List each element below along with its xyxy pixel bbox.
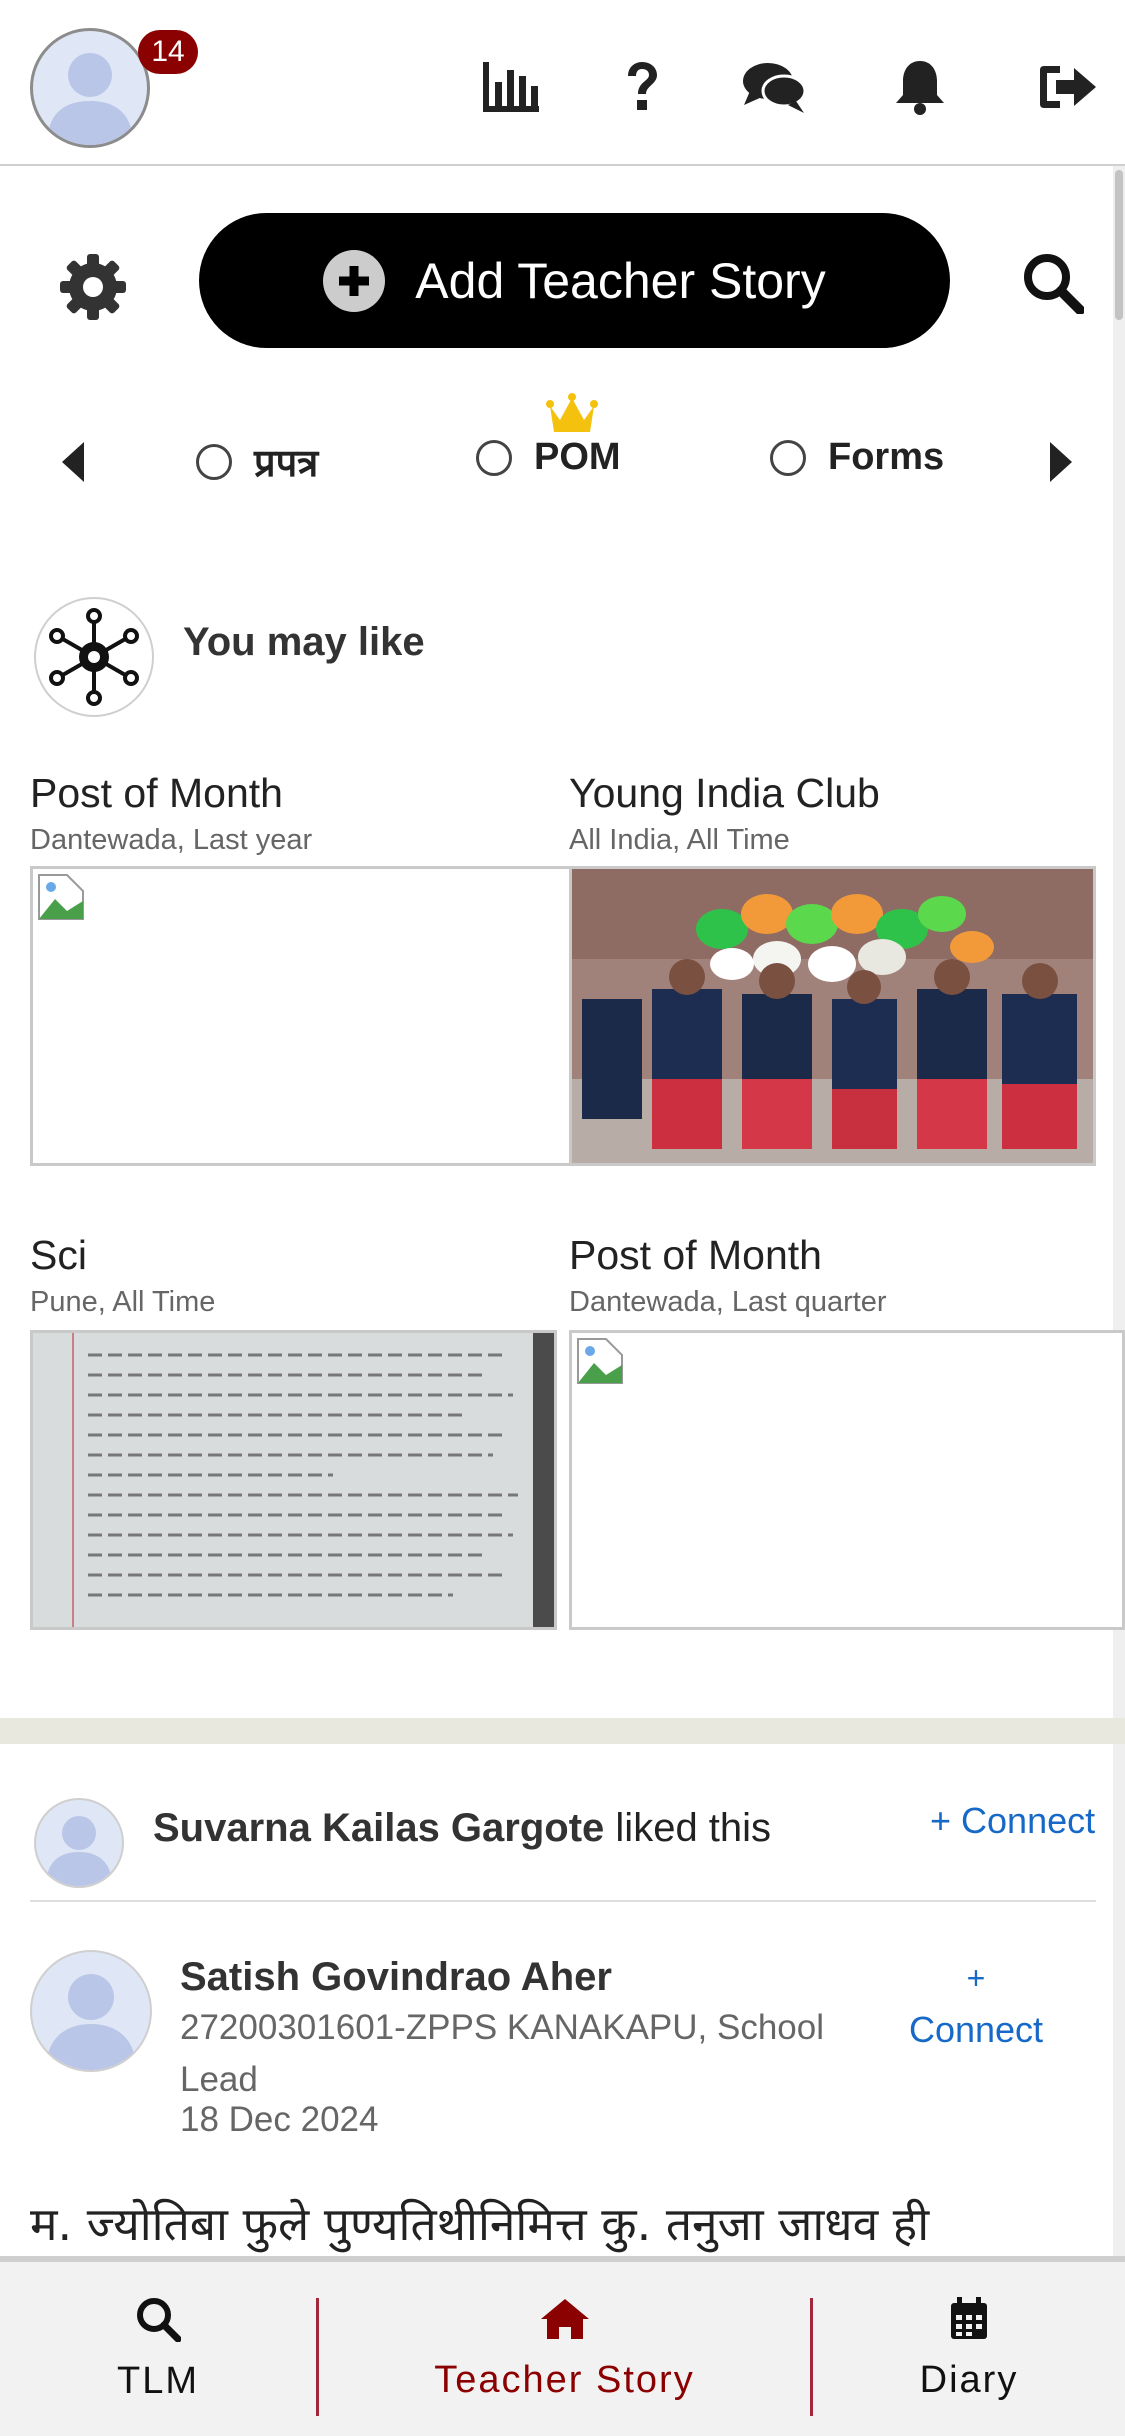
story-excerpt[interactable]: म. ज्योतिबा फुले पुण्यतिथीनिमित्त कु. तन… — [30, 2192, 929, 2254]
filter-prev-arrow-icon[interactable] — [56, 440, 96, 484]
card-subtitle: Dantewada, Last year — [30, 824, 313, 856]
nav-diary[interactable]: Diary — [813, 2262, 1125, 2436]
question-icon[interactable] — [610, 55, 674, 119]
filter-option-forms[interactable]: Forms — [770, 436, 944, 479]
card-title[interactable]: Sci — [30, 1232, 87, 1279]
logout-icon[interactable] — [1036, 55, 1100, 119]
liker-avatar[interactable] — [34, 1798, 124, 1888]
card-subtitle: Dantewada, Last quarter — [569, 1286, 887, 1318]
card-image-photo[interactable] — [569, 866, 1096, 1166]
search-icon[interactable] — [1022, 252, 1085, 315]
bell-icon[interactable] — [888, 55, 952, 119]
calendar-icon — [951, 2296, 987, 2339]
filter-option-label: प्रपत्र — [254, 443, 319, 485]
nav-teacher-story-label: Teacher Story — [434, 2358, 695, 2401]
filter-option-label: POM — [534, 436, 621, 478]
connect-plus: + — [966, 1960, 986, 1996]
card-title[interactable]: Post of Month — [30, 770, 283, 817]
broken-image-icon — [577, 1338, 623, 1384]
card-subtitle: All India, All Time — [569, 824, 790, 856]
card-image-photo[interactable] — [30, 1330, 557, 1630]
top-bar: 14 — [0, 0, 1125, 166]
profile-avatar[interactable] — [30, 28, 150, 148]
broken-image-icon — [38, 874, 84, 920]
search-icon — [137, 2297, 181, 2342]
radio-button[interactable] — [476, 439, 512, 476]
card-subtitle: Pune, All Time — [30, 1286, 216, 1318]
group-photo-balloons — [572, 869, 1093, 1163]
bar-chart-icon[interactable] — [478, 55, 542, 119]
crown-icon — [546, 392, 598, 436]
chat-icon[interactable] — [742, 55, 806, 119]
handwritten-notes-photo — [33, 1333, 554, 1627]
radio-button[interactable] — [196, 444, 232, 480]
filter-option-prapatra[interactable]: प्रपत्र — [196, 436, 318, 488]
connect-liker-button[interactable]: + Connect — [930, 1800, 1095, 1842]
nav-tlm[interactable]: TLM — [0, 2262, 316, 2436]
bottom-navigation: TLM Teacher Story Diary — [0, 2256, 1125, 2436]
notification-count-badge: 14 — [138, 30, 198, 74]
nav-tlm-label: TLM — [117, 2359, 199, 2402]
liker-name[interactable]: Suvarna Kailas Gargote — [153, 1806, 604, 1850]
liked-suffix: liked this — [615, 1806, 772, 1850]
card-image-placeholder[interactable] — [569, 1330, 1125, 1630]
liked-this-line: Suvarna Kailas Gargote liked this — [153, 1806, 771, 1851]
post-date: 18 Dec 2024 — [180, 2100, 379, 2139]
author-avatar[interactable] — [30, 1950, 152, 2072]
home-icon — [540, 2298, 589, 2339]
author-school: 27200301601-ZPPS KANAKAPU, School Lead — [180, 2008, 824, 2099]
radio-button[interactable] — [770, 439, 806, 476]
connect-author-button[interactable]: + Connect — [908, 1952, 1044, 2056]
filter-next-arrow-icon[interactable] — [1040, 440, 1080, 484]
connect-label: Connect — [908, 2009, 1044, 2050]
card-title[interactable]: Post of Month — [569, 1232, 822, 1279]
section-divider — [0, 1718, 1125, 1744]
filter-option-pom[interactable]: POM — [476, 436, 621, 479]
card-title[interactable]: Young India Club — [569, 770, 880, 817]
feed-divider — [30, 1900, 1096, 1902]
add-teacher-story-label: Add Teacher Story — [415, 252, 826, 309]
scrollbar-thumb[interactable] — [1115, 170, 1123, 320]
nav-teacher-story[interactable]: Teacher Story — [319, 2262, 810, 2436]
plus-circle-icon — [323, 249, 386, 312]
you-may-like-heading: You may like — [183, 620, 425, 664]
scrollbar-track[interactable] — [1113, 166, 1125, 2256]
author-name[interactable]: Satish Govindrao Aher — [180, 1955, 612, 2000]
settings-gear-icon[interactable] — [58, 252, 128, 322]
filter-option-label: Forms — [828, 436, 945, 478]
nav-diary-label: Diary — [919, 2358, 1019, 2401]
network-hub-icon — [34, 597, 154, 717]
card-image-placeholder[interactable] — [30, 866, 578, 1166]
add-teacher-story-button[interactable]: Add Teacher Story — [199, 213, 950, 348]
